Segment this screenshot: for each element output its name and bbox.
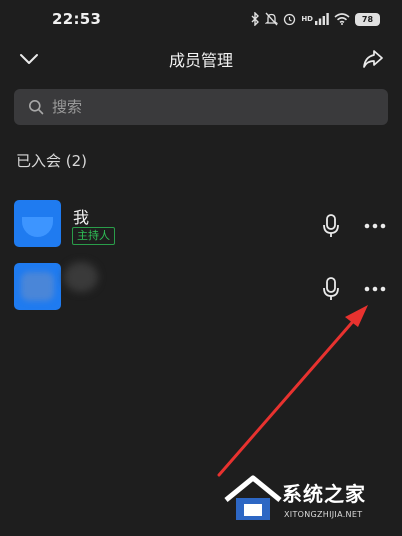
share-arrow-icon [363,50,383,68]
watermark-subtext: XITONGZHIJIA.NET [284,510,363,519]
battery-indicator: 78 [355,12,380,26]
search-box[interactable] [14,89,388,125]
search-input[interactable] [52,98,352,116]
joined-section-title: 已入会 (2) [16,152,88,170]
watermark-text: 系统之家 [282,482,366,506]
more-dots-icon [364,286,386,292]
chevron-down-icon [20,54,38,64]
header: 成员管理 [0,38,402,80]
microphone-icon [323,214,339,237]
more-dots-icon [364,223,386,229]
member-row[interactable] [0,262,402,312]
mic-button[interactable] [320,276,342,302]
avatar-blurred-content [21,272,54,301]
search-icon [29,100,44,115]
status-icons: HD 78 [251,12,380,26]
status-bar: 22:53 HD 78 [0,0,402,38]
mute-bell-icon [265,12,279,26]
avatar [14,200,61,247]
cellular-signal-icon [315,13,329,25]
avatar [14,263,61,310]
bluetooth-icon [251,12,260,26]
network-type-label: HD [301,15,313,23]
member-name: 我 [73,208,90,227]
collapse-button[interactable] [16,47,42,71]
more-options-button[interactable] [362,213,388,239]
member-management-screen: 22:53 HD 78 成员管理 搜索 已入会 (2) 我 主持人 系统之家 X… [0,0,402,536]
house-logo-icon [224,475,282,520]
more-options-button[interactable] [362,276,388,302]
mic-button[interactable] [320,213,342,239]
member-row[interactable]: 我 主持人 [0,199,402,249]
site-watermark: 系统之家 XITONGZHIJIA.NET [222,470,398,528]
microphone-icon [323,277,339,300]
host-badge: 主持人 [72,227,115,245]
alarm-icon [284,13,296,26]
member-name-blurred [64,262,98,292]
share-button[interactable] [360,47,386,71]
status-time: 22:53 [52,10,102,28]
wifi-icon [334,13,350,25]
avatar-head-shape [22,217,53,237]
page-title: 成员管理 [168,51,233,70]
